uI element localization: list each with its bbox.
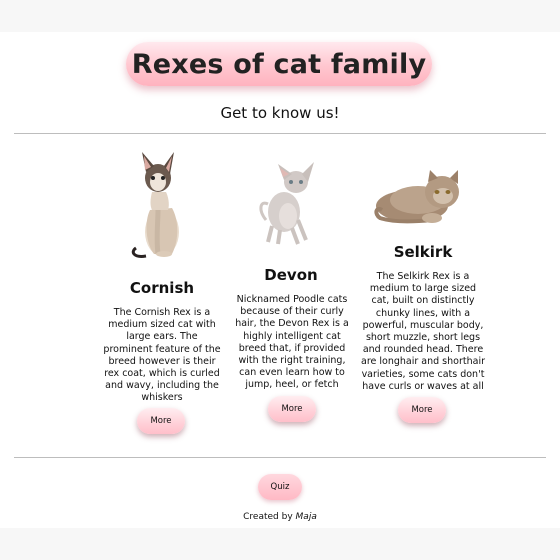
devon-description: Nicknamed Poodle cats because of their c… bbox=[235, 294, 349, 391]
page-title: Rexes of cat family bbox=[131, 48, 427, 80]
more-button-cornish[interactable]: More bbox=[137, 408, 185, 434]
title-banner: Rexes of cat family bbox=[126, 42, 432, 86]
cornish-description-wrap: The Cornish Rex is a medium sized cat wi… bbox=[102, 307, 222, 405]
footer-credit: Created by Maja bbox=[0, 512, 560, 522]
selkirk-description-wrap: The Selkirk Rex is a medium to large siz… bbox=[360, 271, 486, 393]
card-cornish: Cornish bbox=[110, 279, 214, 297]
more-button-selkirk[interactable]: More bbox=[398, 397, 446, 423]
quiz-button[interactable]: Quiz bbox=[258, 474, 302, 500]
top-divider bbox=[14, 133, 546, 134]
bottom-divider bbox=[14, 457, 546, 458]
devon-description-wrap: Nicknamed Poodle cats because of their c… bbox=[230, 294, 354, 392]
bottom-band bbox=[0, 528, 560, 560]
selkirk-description: The Selkirk Rex is a medium to large siz… bbox=[361, 271, 485, 392]
footer-author: Maja bbox=[295, 512, 317, 522]
footer-prefix: Created by bbox=[243, 512, 293, 522]
cornish-heading: Cornish bbox=[129, 279, 195, 297]
card-selkirk: Selkirk bbox=[368, 243, 478, 261]
top-band bbox=[0, 0, 560, 32]
more-button-devon[interactable]: More bbox=[268, 396, 316, 422]
cornish-cat-image bbox=[131, 152, 179, 258]
card-devon: Devon bbox=[236, 266, 346, 284]
selkirk-heading: Selkirk bbox=[393, 243, 453, 261]
cornish-description: The Cornish Rex is a medium sized cat wi… bbox=[103, 307, 221, 404]
selkirk-cat-image bbox=[374, 170, 459, 224]
page-subtitle: Get to know us! bbox=[220, 104, 340, 122]
devon-heading: Devon bbox=[264, 266, 318, 284]
devon-cat-image bbox=[259, 162, 314, 245]
